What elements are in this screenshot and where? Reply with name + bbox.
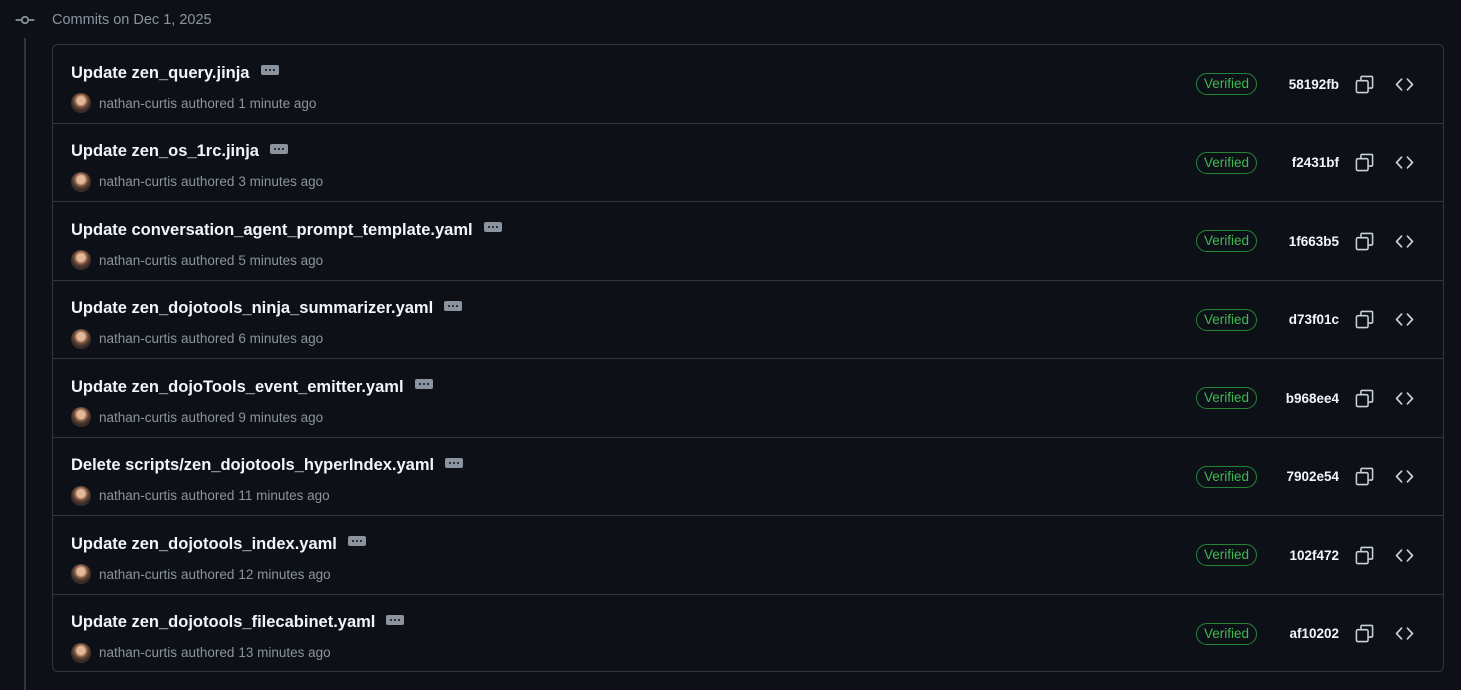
date-header: Commits on Dec 1, 2025: [14, 8, 212, 32]
code-icon[interactable]: [1393, 544, 1415, 566]
verified-badge[interactable]: Verified: [1195, 544, 1257, 566]
commit-history: Commits on Dec 1, 2025 Update zen_query.…: [0, 0, 1461, 690]
commit-row: Update zen_dojoTools_event_emitter.yaml …: [53, 359, 1443, 438]
copy-icon[interactable]: [1353, 73, 1375, 95]
author-link[interactable]: nathan-curtis: [99, 488, 177, 503]
author-link[interactable]: nathan-curtis: [99, 410, 177, 425]
commit-row: Update zen_os_1rc.jinja nathan-curtis au…: [53, 124, 1443, 202]
copy-icon[interactable]: [1353, 230, 1375, 252]
avatar[interactable]: [71, 171, 91, 192]
authored-label: authored: [181, 488, 235, 503]
commit-time: 12 minutes ago: [238, 566, 331, 582]
code-icon[interactable]: [1393, 387, 1415, 409]
ellipsis-icon[interactable]: [270, 143, 288, 154]
commit-time: 11 minutes ago: [238, 488, 330, 503]
commit-sha-link[interactable]: 1f663b5: [1257, 234, 1339, 249]
authored-label: authored: [181, 95, 235, 111]
date-label: Commits on Dec 1, 2025: [52, 12, 212, 28]
commit-row: Delete scripts/zen_dojotools_hyperIndex.…: [53, 438, 1443, 516]
commit-row: Update zen_dojotools_ninja_summarizer.ya…: [53, 281, 1443, 359]
commit-message-link[interactable]: Update zen_dojotools_ninja_summarizer.ya…: [71, 299, 433, 318]
commit-message-link[interactable]: Update zen_dojotools_filecabinet.yaml: [71, 613, 375, 632]
commit-sha-link[interactable]: 58192fb: [1257, 77, 1339, 92]
authored-label: authored: [181, 566, 235, 582]
verified-badge[interactable]: Verified: [1195, 151, 1257, 174]
author-link[interactable]: nathan-curtis: [99, 331, 177, 346]
commit-message-link[interactable]: Update zen_query.jinja: [71, 64, 250, 83]
avatar[interactable]: [71, 250, 91, 270]
commit-message-link[interactable]: Update conversation_agent_prompt_templat…: [71, 221, 473, 240]
ellipsis-icon[interactable]: [445, 457, 464, 468]
avatar[interactable]: [71, 407, 91, 427]
commit-row: Update conversation_agent_prompt_templat…: [53, 202, 1443, 281]
avatar[interactable]: [71, 93, 91, 113]
code-icon[interactable]: [1393, 309, 1415, 331]
commit-time: 13 minutes ago: [238, 645, 331, 660]
avatar[interactable]: [71, 328, 91, 349]
git-commit-icon: [14, 9, 36, 31]
author-link[interactable]: nathan-curtis: [99, 567, 177, 582]
commit-row: Update zen_dojotools_filecabinet.yaml na…: [53, 595, 1443, 672]
commit-sha-link[interactable]: 102f472: [1257, 548, 1339, 563]
code-icon[interactable]: [1393, 466, 1415, 488]
commit-time: 5 minutes ago: [238, 252, 324, 268]
ellipsis-icon[interactable]: [444, 300, 463, 311]
commit-time: 3 minutes ago: [238, 174, 324, 189]
commit-sha-link[interactable]: af10202: [1257, 626, 1339, 641]
avatar[interactable]: [71, 485, 91, 506]
verified-badge[interactable]: Verified: [1195, 308, 1257, 331]
commit-message-link[interactable]: Update zen_dojoTools_event_emitter.yaml: [71, 378, 404, 397]
avatar[interactable]: [71, 564, 91, 584]
copy-icon[interactable]: [1353, 309, 1375, 331]
copy-icon[interactable]: [1353, 623, 1375, 645]
commit-message-link[interactable]: Delete scripts/zen_dojotools_hyperIndex.…: [71, 456, 434, 475]
ellipsis-icon[interactable]: [386, 614, 405, 625]
authored-label: authored: [181, 331, 235, 346]
copy-icon[interactable]: [1353, 544, 1375, 566]
commit-list: Update zen_query.jinja nathan-curtis aut…: [52, 44, 1444, 672]
authored-label: authored: [181, 409, 235, 425]
code-icon[interactable]: [1393, 152, 1415, 174]
commit-time: 6 minutes ago: [238, 331, 324, 346]
avatar[interactable]: [71, 642, 91, 663]
authored-label: authored: [181, 174, 235, 189]
verified-badge[interactable]: Verified: [1195, 387, 1257, 409]
timeline-line: [24, 38, 26, 690]
commit-sha-link[interactable]: 7902e54: [1257, 469, 1339, 484]
authored-label: authored: [181, 252, 235, 268]
copy-icon[interactable]: [1353, 466, 1375, 488]
commit-sha-link[interactable]: f2431bf: [1257, 155, 1339, 170]
commit-time: 9 minutes ago: [238, 409, 324, 425]
code-icon[interactable]: [1393, 623, 1415, 645]
ellipsis-icon[interactable]: [483, 222, 502, 232]
commit-row: Update zen_dojotools_index.yaml nathan-c…: [53, 516, 1443, 595]
commit-message-link[interactable]: Update zen_os_1rc.jinja: [71, 142, 259, 161]
commit-sha-link[interactable]: b968ee4: [1257, 391, 1339, 406]
code-icon[interactable]: [1393, 73, 1415, 95]
ellipsis-icon[interactable]: [347, 536, 366, 546]
commit-time: 1 minute ago: [238, 95, 317, 111]
author-link[interactable]: nathan-curtis: [99, 645, 177, 660]
copy-icon[interactable]: [1353, 387, 1375, 409]
verified-badge[interactable]: Verified: [1195, 465, 1257, 488]
commit-sha-link[interactable]: d73f01c: [1257, 312, 1339, 327]
commit-message-link[interactable]: Update zen_dojotools_index.yaml: [71, 535, 337, 554]
ellipsis-icon[interactable]: [260, 65, 279, 75]
verified-badge[interactable]: Verified: [1195, 230, 1257, 252]
verified-badge[interactable]: Verified: [1195, 73, 1257, 95]
code-icon[interactable]: [1393, 230, 1415, 252]
author-link[interactable]: nathan-curtis: [99, 253, 177, 268]
ellipsis-icon[interactable]: [414, 379, 433, 389]
author-link[interactable]: nathan-curtis: [99, 174, 177, 189]
commit-row: Update zen_query.jinja nathan-curtis aut…: [53, 45, 1443, 124]
author-link[interactable]: nathan-curtis: [99, 96, 177, 111]
copy-icon[interactable]: [1353, 152, 1375, 174]
verified-badge[interactable]: Verified: [1195, 622, 1257, 645]
authored-label: authored: [181, 645, 235, 660]
